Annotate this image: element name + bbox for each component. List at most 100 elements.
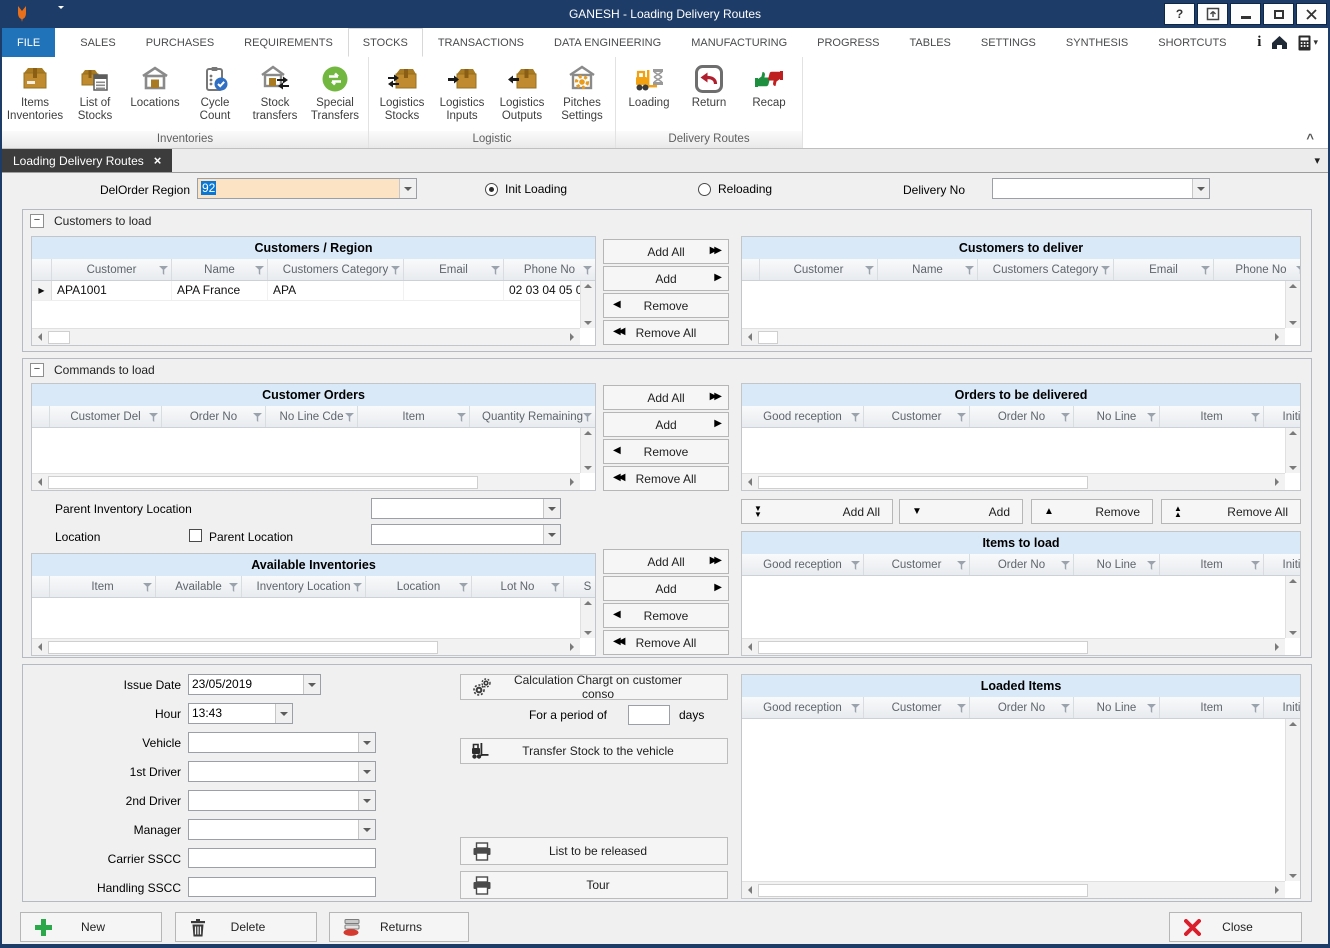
info-icon[interactable]: i (1257, 34, 1261, 51)
filter-icon[interactable] (1147, 704, 1156, 713)
filter-icon[interactable] (457, 413, 466, 422)
filter-icon[interactable] (851, 413, 860, 422)
carrier-sscc-input[interactable] (188, 848, 376, 868)
remove-item-button[interactable]: ▲ Remove (1031, 499, 1153, 524)
column-header-customer[interactable]: Customer (52, 259, 172, 280)
handling-sscc-input[interactable] (188, 877, 376, 897)
filter-icon[interactable] (345, 413, 354, 422)
column-header-phone-no[interactable]: Phone No (1214, 259, 1301, 280)
tab-synthesis[interactable]: SYNTHESIS (1051, 28, 1143, 57)
column-header-customer[interactable]: Customer (864, 406, 970, 427)
collapse-section-button[interactable]: − (30, 214, 44, 228)
period-days-input[interactable] (628, 705, 670, 725)
dropdown-button[interactable] (399, 179, 416, 198)
add-customer-button[interactable]: Add▶ (603, 266, 729, 291)
dropdown-button[interactable] (358, 820, 375, 839)
column-header-good-reception[interactable]: Good reception (742, 697, 864, 718)
ribbon-item-items-inventories[interactable]: Items Inventories (5, 59, 65, 123)
filter-icon[interactable] (459, 583, 468, 592)
column-header-item[interactable]: Item (1160, 406, 1264, 427)
horizontal-scrollbar[interactable] (742, 638, 1285, 655)
tab-list-dropdown-icon[interactable]: ▾ (1314, 154, 1320, 167)
ribbon-item-locations[interactable]: Locations (125, 59, 185, 110)
vertical-scrollbar[interactable] (1285, 576, 1300, 638)
column-header-item[interactable]: Item (50, 576, 156, 597)
horizontal-scrollbar[interactable] (742, 473, 1285, 490)
ribbon-item-stock-transfers[interactable]: Stock transfers (245, 59, 305, 123)
filter-icon[interactable] (583, 266, 592, 275)
minimize-button[interactable] (1230, 3, 1261, 25)
list-to-be-released-button[interactable]: List to be released (460, 837, 728, 865)
add-order-button[interactable]: Add▶ (603, 412, 729, 437)
tab-progress[interactable]: PROGRESS (802, 28, 894, 57)
column-header-good-reception[interactable]: Good reception (742, 406, 864, 427)
filter-icon[interactable] (1061, 413, 1070, 422)
remove-all-customers-button[interactable]: ◀◀Remove All (603, 320, 729, 345)
filter-icon[interactable] (1251, 413, 1260, 422)
tab-shortcuts[interactable]: SHORTCUTS (1143, 28, 1241, 57)
filter-icon[interactable] (865, 266, 874, 275)
location-combo[interactable] (371, 524, 561, 545)
filter-icon[interactable] (965, 266, 974, 275)
horizontal-scrollbar[interactable] (32, 473, 580, 490)
column-header-email[interactable]: Email (404, 259, 504, 280)
remove-order-button[interactable]: ◀Remove (603, 439, 729, 464)
maximize-button[interactable] (1263, 3, 1294, 25)
calculator-icon[interactable]: ▾ (1298, 35, 1318, 51)
tab-loading-delivery-routes[interactable]: Loading Delivery Routes × (2, 149, 172, 172)
filter-icon[interactable] (491, 266, 500, 275)
dropdown-button[interactable] (358, 791, 375, 810)
column-header-customer[interactable]: Customer (864, 554, 970, 575)
filter-icon[interactable] (851, 561, 860, 570)
table-row[interactable]: ▶ APA1001 APA France APA 02 03 04 05 06 (32, 281, 580, 301)
tab-purchases[interactable]: PURCHASES (131, 28, 229, 57)
horizontal-scrollbar[interactable] (32, 328, 580, 345)
filter-icon[interactable] (143, 583, 152, 592)
column-header-name[interactable]: Name (878, 259, 978, 280)
tab-manufacturing[interactable]: MANUFACTURING (676, 28, 802, 57)
close-tab-icon[interactable]: × (154, 156, 162, 166)
new-button[interactable]: New (20, 912, 162, 942)
pin-up-button[interactable] (1197, 3, 1228, 25)
column-header-order-no[interactable]: Order No (970, 554, 1074, 575)
tab-stocks[interactable]: STOCKS (348, 28, 423, 57)
add-all-customers-button[interactable]: Add All▶▶ (603, 239, 729, 264)
filter-icon[interactable] (957, 561, 966, 570)
filter-icon[interactable] (1061, 561, 1070, 570)
issue-date-combo[interactable]: 23/05/2019 (188, 674, 321, 695)
dropdown-button[interactable] (543, 525, 560, 544)
horizontal-scrollbar[interactable] (32, 638, 580, 655)
ribbon-item-recap[interactable]: Recap (739, 59, 799, 110)
horizontal-scrollbar[interactable] (742, 881, 1285, 898)
filter-icon[interactable] (957, 413, 966, 422)
vertical-scrollbar[interactable] (1285, 428, 1300, 473)
filter-icon[interactable] (391, 266, 400, 275)
column-header-good-reception[interactable]: Good reception (742, 554, 864, 575)
manager-combo[interactable] (188, 819, 376, 840)
horizontal-scrollbar[interactable] (742, 328, 1285, 345)
tab-tables[interactable]: TABLES (895, 28, 966, 57)
column-header-name[interactable]: Name (172, 259, 268, 280)
delivery-no-combo[interactable] (992, 178, 1210, 199)
vertical-scrollbar[interactable] (1285, 281, 1300, 328)
column-header-location[interactable]: Location (366, 576, 472, 597)
tab-requirements[interactable]: REQUIREMENTS (229, 28, 348, 57)
column-header-item[interactable]: Item (358, 406, 470, 427)
column-header-initial[interactable]: Initi (1264, 554, 1301, 575)
vertical-scrollbar[interactable] (580, 281, 595, 328)
column-header-order-no[interactable]: Order No (162, 406, 266, 427)
column-header-inventory-location[interactable]: Inventory Location (242, 576, 366, 597)
column-header-item[interactable]: Item (1160, 554, 1264, 575)
column-header-customer[interactable]: Customer (864, 697, 970, 718)
parent-inventory-location-combo[interactable] (371, 498, 561, 519)
column-header-phone-no[interactable]: Phone No (504, 259, 596, 280)
tab-file[interactable]: FILE (2, 28, 55, 57)
vertical-scrollbar[interactable] (580, 428, 595, 473)
tab-sales[interactable]: SALES (65, 28, 130, 57)
filter-icon[interactable] (149, 413, 158, 422)
delorder-region-combo[interactable]: 92 (197, 178, 417, 199)
column-header-email[interactable]: Email (1114, 259, 1214, 280)
home-icon[interactable] (1271, 35, 1288, 50)
filter-icon[interactable] (551, 583, 560, 592)
column-header-customers-category[interactable]: Customers Category (268, 259, 404, 280)
